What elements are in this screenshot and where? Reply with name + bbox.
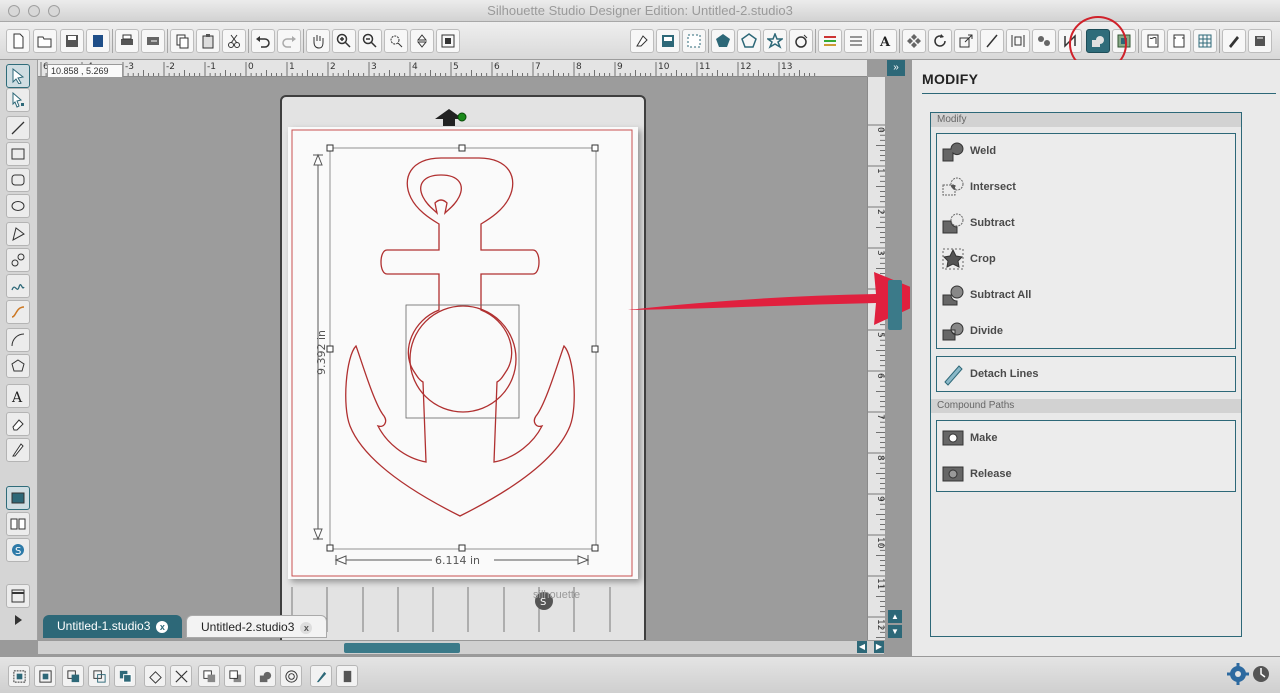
group-icon[interactable]: [8, 665, 30, 687]
offset-rings-icon[interactable]: [280, 665, 302, 687]
duplicate-icon[interactable]: [114, 665, 136, 687]
divide-icon: [940, 318, 966, 344]
close-tab-icon[interactable]: x: [300, 622, 313, 634]
panel-title: MODIFY: [922, 71, 979, 87]
subtract-all-button[interactable]: Subtract All: [940, 280, 1031, 310]
bottom-toolbar: [0, 656, 1280, 693]
horizontal-scrollbar[interactable]: [38, 640, 884, 654]
send-backward-icon[interactable]: [224, 665, 246, 687]
tab-untitled-2[interactable]: Untitled-2.studio3 x: [186, 615, 328, 638]
release-compound-icon[interactable]: [88, 665, 110, 687]
close-tab-icon[interactable]: x: [156, 621, 169, 633]
intersect-button[interactable]: Intersect: [940, 172, 1016, 202]
weld-icon: [940, 138, 966, 164]
weld-shapes-icon[interactable]: [144, 665, 166, 687]
design-book-icon[interactable]: [336, 665, 358, 687]
intersect-icon: [940, 174, 966, 200]
subtract-all-icon: [940, 282, 966, 308]
delete-icon[interactable]: [170, 665, 192, 687]
ungroup-icon[interactable]: [34, 665, 56, 687]
scroll-down-icon[interactable]: ▼: [888, 625, 902, 638]
subtract-icon: [940, 210, 966, 236]
release-compound-button[interactable]: Release: [940, 459, 1012, 489]
detach-lines-icon: [940, 361, 966, 387]
scroll-right-icon[interactable]: ▶: [874, 641, 884, 653]
compound-paths-group: Make Release: [936, 420, 1236, 492]
crop-icon: [940, 246, 966, 272]
modify-shapes-icon[interactable]: [254, 665, 276, 687]
make-compound-icon[interactable]: [62, 665, 84, 687]
section-compound-header: Compound Paths: [931, 399, 1241, 413]
scrollbar-thumb[interactable]: [344, 643, 460, 653]
crop-button[interactable]: Crop: [940, 244, 996, 274]
weld-button[interactable]: Weld: [940, 136, 996, 166]
modify-panel: MODIFY Modify Weld Intersect Subtract Cr…: [910, 60, 1280, 656]
tab-untitled-1[interactable]: Untitled-1.studio3 x: [43, 615, 183, 638]
release-compound-icon: [940, 461, 966, 487]
trace-pen-icon[interactable]: [310, 665, 332, 687]
document-tabs: Untitled-1.studio3 x Untitled-2.studio3 x: [38, 615, 867, 640]
section-modify-header: Modify: [931, 113, 1241, 127]
bring-forward-icon[interactable]: [198, 665, 220, 687]
divide-button[interactable]: Divide: [940, 316, 1003, 346]
scroll-up-icon[interactable]: ▲: [888, 610, 902, 623]
detach-lines-button[interactable]: Detach Lines: [940, 359, 1038, 389]
subtract-button[interactable]: Subtract: [940, 208, 1015, 238]
make-compound-icon: [940, 425, 966, 451]
scroll-left-icon[interactable]: ◀: [857, 641, 867, 653]
collapse-panel-button[interactable]: »: [887, 60, 905, 76]
detach-lines-group: Detach Lines: [936, 356, 1236, 392]
settings-gear-icon[interactable]: [1226, 662, 1270, 691]
vertical-scrollbar-thumb[interactable]: [888, 280, 902, 330]
modify-panel-box: Modify Weld Intersect Subtract Crop Subt…: [930, 112, 1242, 637]
make-compound-button[interactable]: Make: [940, 423, 998, 453]
modify-actions-group: Weld Intersect Subtract Crop Subtract Al…: [936, 133, 1236, 349]
